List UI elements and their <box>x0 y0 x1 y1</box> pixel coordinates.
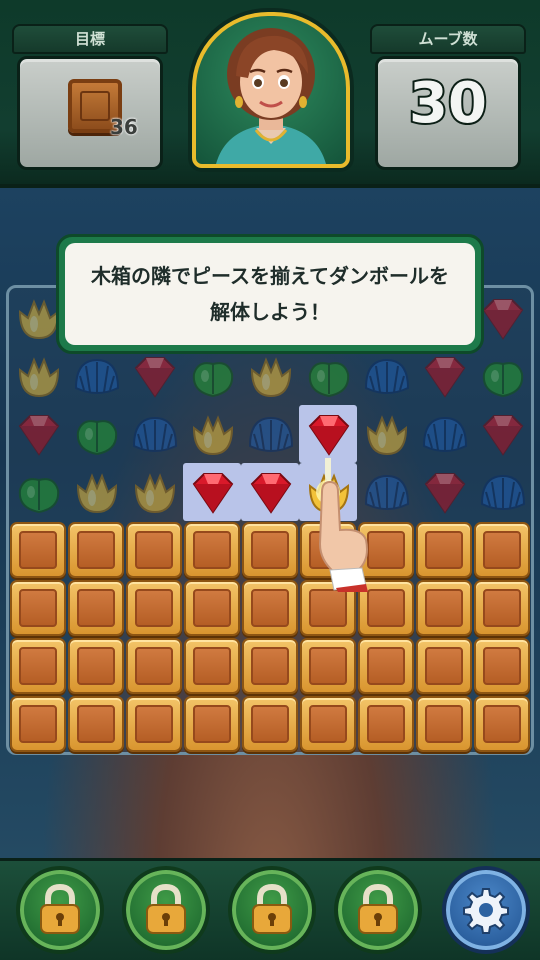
wood-crate[interactable] <box>300 696 356 752</box>
lock-icon <box>40 883 80 934</box>
wood-crate[interactable] <box>184 696 240 752</box>
wood-crate[interactable] <box>416 638 472 694</box>
lock-icon <box>358 883 398 934</box>
leaf-piece[interactable] <box>474 348 532 406</box>
wood-crate[interactable] <box>358 638 414 694</box>
shell-piece[interactable] <box>126 406 184 464</box>
wood-crate[interactable] <box>474 638 530 694</box>
wood-crate[interactable] <box>474 580 530 636</box>
leaf-piece[interactable] <box>184 348 242 406</box>
top-hud: 目標 36 ムーブ数 30 <box>0 0 540 188</box>
lock-icon <box>146 883 186 934</box>
tulip-piece[interactable] <box>126 464 184 522</box>
tulip-piece[interactable] <box>242 348 300 406</box>
wood-crate[interactable] <box>242 638 298 694</box>
tulip-piece[interactable] <box>184 406 242 464</box>
wood-crate[interactable] <box>474 696 530 752</box>
goal-box: 36 <box>17 56 163 170</box>
wood-crate[interactable] <box>184 580 240 636</box>
shell-piece[interactable] <box>358 348 416 406</box>
wood-crate[interactable] <box>126 638 182 694</box>
tutorial-message: 木箱の隣でピースを揃えてダンボールを解体しよう！ <box>65 243 475 345</box>
wood-crate[interactable] <box>10 638 66 694</box>
wood-crate[interactable] <box>68 638 124 694</box>
shell-piece[interactable] <box>242 406 300 464</box>
shell-piece[interactable] <box>68 348 126 406</box>
wood-crate[interactable] <box>242 696 298 752</box>
shell-piece[interactable] <box>416 406 474 464</box>
tulip-piece[interactable] <box>68 464 126 522</box>
wood-crate[interactable] <box>416 580 472 636</box>
wood-crate[interactable] <box>474 522 530 578</box>
gem-piece[interactable] <box>184 464 242 522</box>
gem-piece[interactable] <box>474 406 532 464</box>
character-portrait <box>188 8 354 172</box>
wood-crate[interactable] <box>68 580 124 636</box>
wood-crate[interactable] <box>416 696 472 752</box>
moves-box: 30 <box>375 56 521 170</box>
wood-crate[interactable] <box>416 522 472 578</box>
wood-crate[interactable] <box>10 696 66 752</box>
locked-booster-button[interactable] <box>16 866 104 954</box>
locked-booster-button[interactable] <box>334 866 422 954</box>
gem-piece[interactable] <box>416 464 474 522</box>
wood-crate[interactable] <box>358 696 414 752</box>
settings-button[interactable] <box>442 866 530 954</box>
pointing-hand-icon <box>316 458 368 592</box>
goal-panel: 目標 36 <box>12 24 168 174</box>
wood-crate[interactable] <box>10 580 66 636</box>
gem-piece[interactable] <box>416 348 474 406</box>
wood-crate[interactable] <box>242 522 298 578</box>
moves-value: 30 <box>407 69 489 138</box>
leaf-piece[interactable] <box>68 406 126 464</box>
wood-crate[interactable] <box>10 522 66 578</box>
wood-crate[interactable] <box>242 580 298 636</box>
wood-crate[interactable] <box>68 696 124 752</box>
wood-crate[interactable] <box>126 696 182 752</box>
shell-piece[interactable] <box>474 464 532 522</box>
character-portrait-icon <box>216 28 326 164</box>
gem-piece[interactable] <box>242 464 300 522</box>
wood-crate[interactable] <box>300 638 356 694</box>
wood-crate[interactable] <box>126 522 182 578</box>
gem-piece[interactable] <box>10 406 68 464</box>
moves-panel: ムーブ数 30 <box>370 24 526 174</box>
wood-crate[interactable] <box>126 580 182 636</box>
tutorial-bubble: 木箱の隣でピースを揃えてダンボールを解体しよう！ <box>56 234 484 354</box>
moves-label: ムーブ数 <box>370 24 526 54</box>
locked-booster-button[interactable] <box>228 866 316 954</box>
leaf-piece[interactable] <box>300 348 358 406</box>
leaf-piece[interactable] <box>10 464 68 522</box>
wood-crate[interactable] <box>184 638 240 694</box>
lock-icon <box>252 883 292 934</box>
locked-booster-button[interactable] <box>122 866 210 954</box>
gear-icon <box>463 888 509 934</box>
goal-label: 目標 <box>12 24 168 54</box>
gem-piece[interactable] <box>126 348 184 406</box>
wood-crate[interactable] <box>184 522 240 578</box>
tulip-piece[interactable] <box>10 348 68 406</box>
wood-crate[interactable] <box>68 522 124 578</box>
goal-count: 36 <box>110 115 138 139</box>
